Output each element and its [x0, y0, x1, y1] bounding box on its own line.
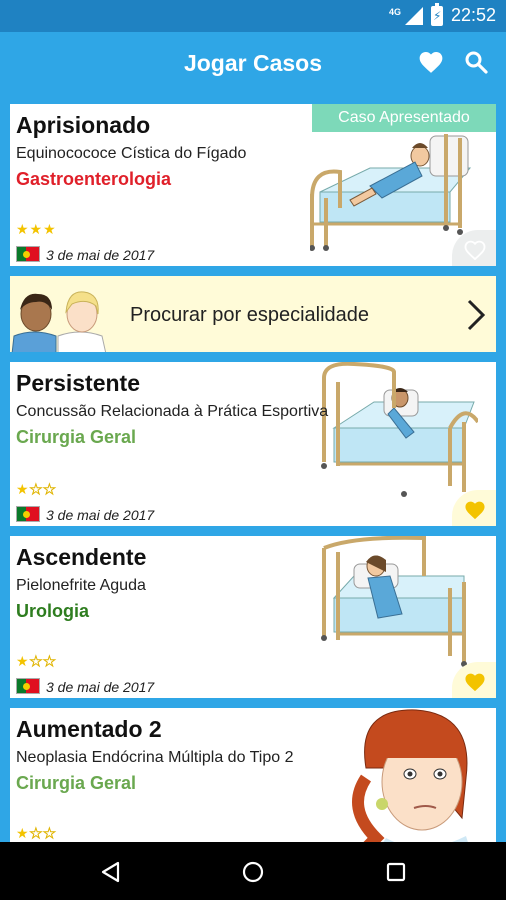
case-date: 3 de mai de 2017: [46, 247, 155, 263]
heart-icon: [465, 501, 485, 520]
rating-stars: ★★★: [16, 221, 57, 237]
case-title: Aprisionado: [16, 112, 151, 138]
signal-icon: [404, 6, 423, 25]
battery-charging-icon: ⚡: [430, 2, 443, 26]
case-specialty: Gastroenterologia: [16, 169, 172, 189]
rating-stars: ★★★: [16, 825, 57, 842]
case-condition: Concussão Relacionada à Prática Esportiv…: [16, 403, 329, 420]
browse-by-specialty-label: Procurar por especialidade: [130, 304, 370, 326]
case-card[interactable]: Ascendente Pielonefrite Aguda Urologia ★…: [10, 536, 496, 698]
network-type: 4G: [388, 6, 401, 17]
case-list[interactable]: Caso Apresentado Aprisionado Equinocococ…: [0, 94, 506, 842]
clock: 22:52: [450, 5, 496, 25]
heart-icon[interactable]: [418, 50, 444, 74]
case-condition: Pielonefrite Aguda: [16, 577, 146, 594]
case-specialty: Cirurgia Geral: [16, 773, 137, 793]
case-title: Persistente: [16, 370, 141, 396]
patient-bed-illustration: [310, 134, 472, 251]
case-specialty: Cirurgia Geral: [16, 427, 137, 447]
doctors-illustration: [11, 291, 107, 352]
rating-stars: ★★★: [16, 481, 57, 498]
case-condition: Neoplasia Endócrina Múltipla do Tipo 2: [16, 749, 294, 766]
case-card[interactable]: Aumentado 2 Neoplasia Endócrina Múltipla…: [10, 708, 496, 842]
home-icon[interactable]: [242, 861, 264, 883]
patient-bed-illustration: [321, 362, 478, 497]
case-condition: Equinocococe Cística do Fígado: [16, 145, 247, 162]
status-bar: 4G ⚡ 22:52: [0, 0, 506, 32]
portugal-flag-icon: [16, 506, 40, 522]
heart-icon: [465, 673, 485, 692]
browse-by-specialty-banner[interactable]: Procurar por especialidade: [10, 276, 496, 352]
case-card[interactable]: Caso Apresentado Aprisionado Equinocococ…: [10, 104, 496, 266]
case-specialty: Urologia: [16, 601, 90, 621]
portugal-flag-icon: [16, 246, 40, 262]
case-card[interactable]: Persistente Concussão Relacionada à Prát…: [10, 362, 496, 526]
system-nav-bar: [0, 842, 506, 900]
back-icon[interactable]: [100, 861, 122, 883]
case-title: Aumentado 2: [16, 716, 162, 742]
recents-icon[interactable]: [386, 862, 406, 882]
case-date: 3 de mai de 2017: [46, 507, 155, 523]
app-bar: Jogar Casos: [0, 32, 506, 94]
search-icon[interactable]: [464, 50, 488, 74]
heart-outline-icon: [464, 240, 486, 260]
case-date: 3 de mai de 2017: [46, 679, 155, 695]
patient-bed-illustration: [321, 536, 467, 667]
patient-portrait-illustration: [352, 709, 468, 842]
case-title: Ascendente: [16, 544, 147, 570]
chevron-right-icon: [467, 299, 486, 331]
rating-stars: ★★★: [16, 653, 57, 670]
portugal-flag-icon: [16, 678, 40, 694]
